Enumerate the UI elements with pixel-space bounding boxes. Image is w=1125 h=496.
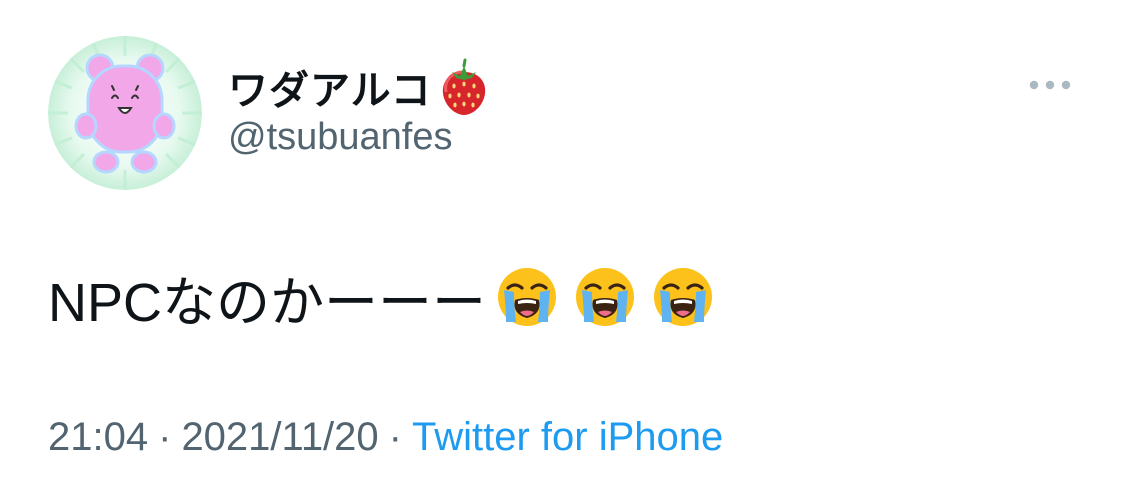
loudly-crying-face-icon	[496, 266, 558, 328]
emoji-group	[496, 266, 714, 328]
meta-separator: ·	[388, 415, 402, 459]
author-name-row: ワダアルコ	[228, 52, 490, 122]
tweet-text-content: NPCなのかーーー	[48, 272, 487, 333]
author-handle[interactable]: @tsubuanfes	[228, 116, 453, 159]
strawberry-icon	[438, 58, 490, 116]
tweet-text: NPCなのかーーー	[48, 262, 714, 333]
loudly-crying-face-icon	[574, 266, 636, 328]
tweet-card: ワダアルコ @tsubuanfes NPCなのかーーー 21:04 · 2021…	[0, 0, 1125, 496]
avatar-bear-icon	[48, 36, 202, 190]
tweet-meta: 21:04 · 2021/11/20 · Twitter for iPhone	[48, 415, 723, 460]
tweet-time[interactable]: 21:04	[48, 415, 148, 459]
tweet-date[interactable]: 2021/11/20	[181, 415, 378, 459]
meta-separator: ·	[158, 415, 172, 459]
tweet-source-link[interactable]: Twitter for iPhone	[412, 415, 723, 459]
avatar[interactable]	[48, 36, 202, 190]
more-icon[interactable]	[1028, 72, 1072, 98]
author-display-name[interactable]: ワダアルコ	[228, 58, 432, 116]
loudly-crying-face-icon	[652, 266, 714, 328]
